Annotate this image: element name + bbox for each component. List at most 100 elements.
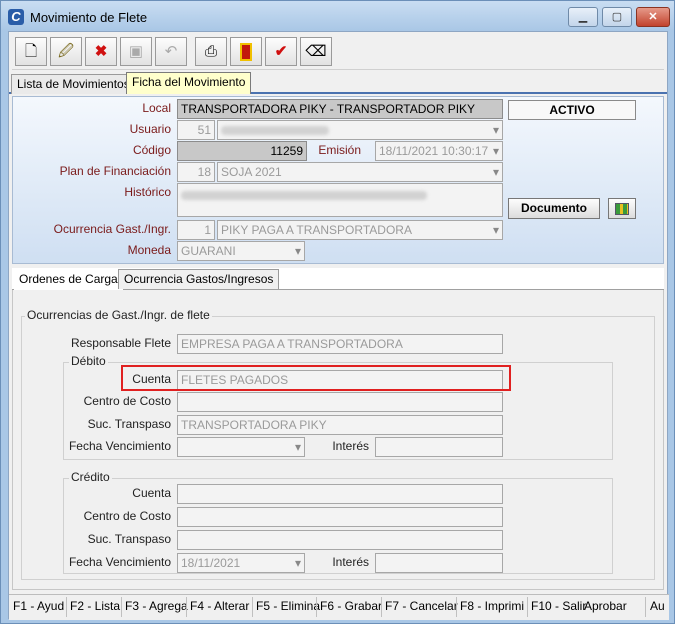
- tab-ordenes-carga[interactable]: Ordenes de Carga: [14, 270, 123, 290]
- emision-field[interactable]: 18/11/2021 10:30:17: [375, 141, 503, 161]
- main-window: C Movimiento de Flete ▁ ▢ ✕ 🗋 🖉 ✖ ▣ ↶ ⎙ …: [0, 0, 675, 624]
- print-button[interactable]: ⎙: [195, 37, 227, 66]
- edit-button[interactable]: 🖉: [50, 37, 82, 66]
- fkey-f3[interactable]: F3 - Agrega: [125, 599, 188, 613]
- exit-door-icon: [240, 43, 252, 62]
- fkey-f10[interactable]: F10 - Salir: [531, 599, 586, 613]
- credito-cuenta-field[interactable]: [177, 484, 503, 504]
- documento-grid-button[interactable]: [608, 198, 636, 219]
- debito-fecha-field[interactable]: [177, 437, 305, 457]
- fkey-aprobar[interactable]: Aprobar: [584, 599, 627, 613]
- debito-title: Débito: [69, 354, 108, 368]
- title-bar[interactable]: C Movimiento de Flete ▁ ▢ ✕: [1, 1, 674, 31]
- highlight-box: [121, 365, 511, 391]
- undo-button[interactable]: ↶: [155, 37, 187, 66]
- fkey-au[interactable]: Au: [650, 599, 665, 613]
- maximize-button[interactable]: ▢: [602, 7, 632, 27]
- debito-interes-field[interactable]: [375, 437, 503, 457]
- credito-centro-field[interactable]: [177, 507, 503, 527]
- fkey-f5[interactable]: F5 - Elimina: [256, 599, 320, 613]
- new-button[interactable]: 🗋: [15, 37, 47, 66]
- ocurrencia-select[interactable]: PIKY PAGA A TRANSPORTADORA: [217, 220, 503, 240]
- plan-select[interactable]: SOJA 2021: [217, 162, 503, 182]
- debito-centro-field[interactable]: [177, 392, 503, 412]
- historico-textarea[interactable]: [177, 183, 503, 217]
- eraser-icon: ⌫: [305, 43, 327, 60]
- close-icon: ✕: [648, 11, 658, 23]
- fkey-separator: [121, 597, 122, 617]
- window-title: Movimiento de Flete: [30, 10, 148, 25]
- detail-tabs: Ordenes de Carga Ocurrencia Gastos/Ingre…: [12, 268, 664, 290]
- moneda-select[interactable]: GUARANI: [177, 241, 305, 261]
- fkey-separator: [186, 597, 187, 617]
- fkey-f7[interactable]: F7 - Cancelar: [385, 599, 458, 613]
- maximize-icon: ▢: [611, 11, 623, 23]
- responsable-label: Responsable Flete: [70, 336, 171, 350]
- documento-button[interactable]: Documento: [508, 198, 600, 219]
- tab-ficha-movimiento[interactable]: Ficha del Movimiento: [126, 72, 252, 94]
- tab-ocurrencia-gastos[interactable]: Ocurrencia Gastos/Ingresos: [118, 269, 280, 289]
- minimize-button[interactable]: ▁: [568, 7, 598, 27]
- delete-button[interactable]: ✖: [85, 37, 117, 66]
- function-key-bar: F1 - Ayud F2 - Lista F3 - Agrega F4 - Al…: [9, 594, 669, 620]
- fkey-f2[interactable]: F2 - Lista: [70, 599, 120, 613]
- new-document-icon: 🗋: [24, 43, 38, 60]
- credito-interes-field[interactable]: [375, 553, 503, 573]
- credito-centro-label: Centro de Costo: [83, 509, 171, 523]
- ocurrencia-code-field[interactable]: 1: [177, 220, 215, 240]
- credito-cuenta-label: Cuenta: [132, 486, 171, 500]
- delete-document-icon: ✖: [94, 43, 108, 60]
- tab-lista-movimientos[interactable]: Lista de Movimientos: [11, 74, 136, 94]
- fkey-separator: [456, 597, 457, 617]
- fkey-f1[interactable]: F1 - Ayud: [13, 599, 64, 613]
- credito-title: Crédito: [69, 470, 112, 484]
- debito-suc-field[interactable]: TRANSPORTADORA PIKY: [177, 415, 503, 435]
- usuario-name-select[interactable]: [217, 120, 503, 140]
- moneda-label: Moneda: [127, 243, 171, 257]
- fkey-f6[interactable]: F6 - Grabar: [320, 599, 382, 613]
- ocurrencias-group-title: Ocurrencias de Gast./Ingr. de flete: [25, 308, 212, 322]
- credito-interes-label: Interés: [332, 555, 369, 569]
- close-button[interactable]: ✕: [636, 7, 670, 27]
- fkey-f4[interactable]: F4 - Alterar: [190, 599, 249, 613]
- ocurrencia-label: Ocurrencia Gast./Ingr.: [53, 222, 171, 236]
- approve-button[interactable]: ✔: [265, 37, 297, 66]
- exit-button[interactable]: [230, 37, 262, 66]
- credito-fecha-field[interactable]: 18/11/2021: [177, 553, 305, 573]
- header-form: Local TRANSPORTADORA PIKY - TRANSPORTADO…: [12, 96, 664, 264]
- ocurrencia-panel: Ocurrencias de Gast./Ingr. de flete Resp…: [12, 290, 664, 590]
- minimize-icon: ▁: [578, 11, 588, 23]
- codigo-field[interactable]: 11259: [177, 141, 307, 161]
- edit-document-icon: 🖉: [58, 43, 74, 60]
- fkey-separator: [527, 597, 528, 617]
- app-icon: C: [8, 9, 24, 25]
- client-area: 🗋 🖉 ✖ ▣ ↶ ⎙ ✔ ⌫ Lista de Movimientos Fic…: [8, 31, 669, 620]
- clear-button[interactable]: ⌫: [300, 37, 332, 66]
- debito-interes-label: Interés: [332, 439, 369, 453]
- usuario-code-field[interactable]: 51: [177, 120, 215, 140]
- credito-fecha-label: Fecha Vencimiento: [68, 555, 171, 569]
- emision-label: Emisión: [318, 143, 361, 157]
- responsable-field[interactable]: EMPRESA PAGA A TRANSPORTADORA: [177, 334, 503, 354]
- plan-label: Plan de Financiación: [59, 164, 171, 178]
- fkey-separator: [316, 597, 317, 617]
- historico-label: Histórico: [124, 185, 171, 199]
- fkey-f8[interactable]: F8 - Imprimi: [460, 599, 524, 613]
- fkey-separator: [645, 597, 646, 617]
- save-button[interactable]: ▣: [120, 37, 152, 66]
- credito-suc-field[interactable]: [177, 530, 503, 550]
- checkmark-icon: ✔: [274, 43, 288, 60]
- fkey-separator: [381, 597, 382, 617]
- debito-centro-label: Centro de Costo: [83, 394, 171, 408]
- plan-code-field[interactable]: 18: [177, 162, 215, 182]
- fkey-separator: [252, 597, 253, 617]
- toolbar: 🗋 🖉 ✖ ▣ ↶ ⎙ ✔ ⌫: [12, 34, 664, 70]
- documento-button-label: Documento: [521, 201, 587, 215]
- status-badge: ACTIVO: [508, 100, 636, 120]
- document-grid-icon: [615, 202, 629, 215]
- save-icon: ▣: [128, 43, 144, 60]
- codigo-label: Código: [132, 143, 171, 157]
- local-label: Local: [142, 101, 171, 115]
- undo-icon: ↶: [164, 43, 178, 60]
- local-field[interactable]: TRANSPORTADORA PIKY - TRANSPORTADOR PIKY: [177, 99, 503, 119]
